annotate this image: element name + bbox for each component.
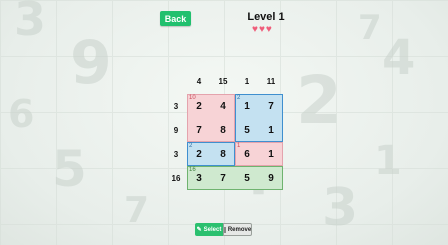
cage-sum-label: 16 bbox=[189, 167, 196, 173]
column-clue: 15 bbox=[218, 77, 228, 86]
select-mode-button[interactable]: ✎ Select bbox=[195, 223, 223, 236]
row-clue: 9 bbox=[173, 126, 179, 135]
grid-cell[interactable]: 9 bbox=[259, 166, 283, 190]
background-digit: 6 bbox=[8, 92, 35, 136]
cage-sum-label: 10 bbox=[189, 95, 196, 101]
column-clue: 4 bbox=[196, 77, 202, 86]
background-digit: 1 bbox=[374, 138, 402, 184]
row-clue: 3 bbox=[173, 102, 179, 111]
grid-cell[interactable]: 8 bbox=[211, 142, 235, 166]
grid-cell[interactable]: 5 bbox=[235, 118, 259, 142]
cage-sum-label: 2 bbox=[189, 143, 193, 149]
cage-sum-label: 2 bbox=[237, 95, 241, 101]
background-digit: 7 bbox=[358, 8, 382, 48]
back-button[interactable]: Back bbox=[160, 11, 191, 26]
grid-cell[interactable]: 7 bbox=[187, 118, 211, 142]
puzzle-grid: 2 4 1 7 7 8 5 1 2 8 6 1 3 7 5 9 10 2 2 1… bbox=[187, 94, 283, 190]
heart-icon: ♥ bbox=[258, 24, 265, 35]
pencil-icon: ✎ bbox=[196, 227, 202, 233]
select-label: Select bbox=[203, 226, 222, 233]
background-digit: 2 bbox=[296, 62, 342, 139]
remove-mode-button[interactable]: Remove bbox=[223, 223, 252, 236]
grid-cell[interactable]: 5 bbox=[235, 166, 259, 190]
level-title: Level 1 bbox=[247, 11, 285, 23]
remove-label: Remove bbox=[227, 226, 252, 233]
column-clue: 11 bbox=[266, 77, 276, 86]
lives: ♥ ♥ ♥ bbox=[252, 25, 272, 35]
column-clue: 1 bbox=[244, 77, 250, 86]
grid-cell[interactable]: 8 bbox=[211, 118, 235, 142]
eraser-icon bbox=[223, 226, 226, 233]
heart-icon: ♥ bbox=[265, 24, 272, 35]
background-digit: 7 bbox=[124, 190, 150, 231]
cage-sum-label: 1 bbox=[237, 143, 241, 149]
mode-toolbar: ✎ Select Remove bbox=[195, 223, 252, 236]
background-digit: 4 bbox=[382, 30, 416, 86]
grid-cell[interactable]: 1 bbox=[259, 118, 283, 142]
grid-cell[interactable]: 1 bbox=[259, 142, 283, 166]
grid-cell[interactable]: 4 bbox=[211, 94, 235, 118]
background-digit: 3 bbox=[14, 0, 47, 46]
background-digit: 5 bbox=[52, 140, 87, 198]
grid-cell[interactable]: 7 bbox=[259, 94, 283, 118]
heart-icon: ♥ bbox=[252, 24, 258, 35]
row-clue: 3 bbox=[173, 150, 179, 159]
background-digit: 3 bbox=[322, 178, 359, 238]
grid-cell[interactable]: 7 bbox=[211, 166, 235, 190]
background-digit: 9 bbox=[70, 28, 112, 98]
row-clue: 16 bbox=[171, 174, 181, 183]
